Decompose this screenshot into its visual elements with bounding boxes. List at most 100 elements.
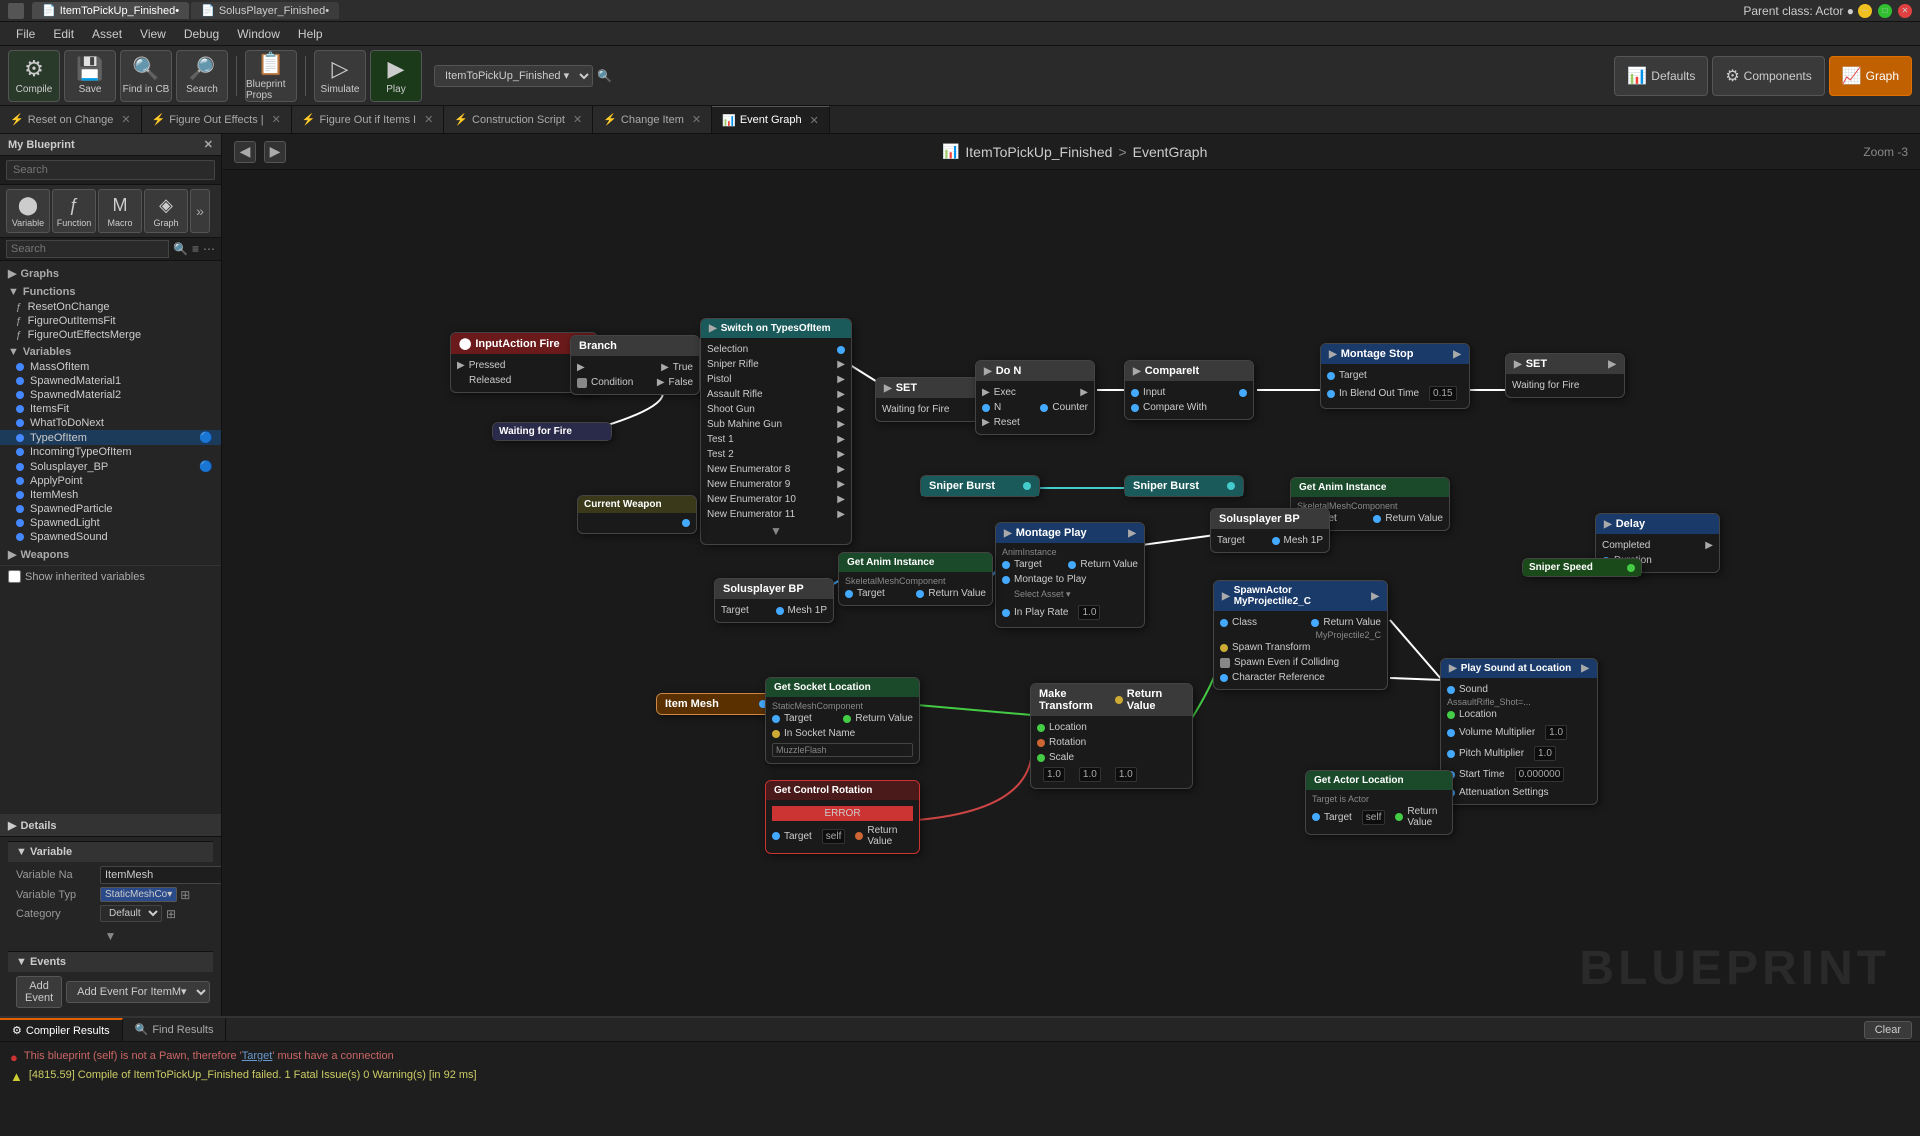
node-don[interactable]: ▶ Do N ▶Exec▶ NCounter ▶Reset <box>975 360 1095 435</box>
show-inherited[interactable]: Show inherited variables <box>0 565 221 587</box>
func-item-figuremerge[interactable]: ƒ FigureOutEffectsMerge <box>0 328 221 342</box>
node-maketransform[interactable]: Make Transform Return Value Location Rot… <box>1030 683 1193 789</box>
clear-button[interactable]: Clear <box>1864 1021 1912 1039</box>
minimize-button[interactable]: ─ <box>1858 4 1872 18</box>
tab-itempickup[interactable]: 📄 ItemToPickUp_Finished• <box>32 2 189 19</box>
tab-change-item[interactable]: ⚡ Change Item ✕ <box>593 106 712 133</box>
node-itemmesh[interactable]: Item Mesh <box>656 693 776 715</box>
maximize-button[interactable]: □ <box>1878 4 1892 18</box>
var-whattodo[interactable]: WhatToDoNext <box>0 416 221 430</box>
macro-tool[interactable]: M Macro <box>98 189 142 233</box>
var-applypoint[interactable]: ApplyPoint <box>0 474 221 488</box>
node-playsound[interactable]: ▶ Play Sound at Location ▶ Sound Assault… <box>1440 658 1598 805</box>
components-button[interactable]: ⚙ Components <box>1712 56 1824 96</box>
menu-debug[interactable]: Debug <box>176 25 227 43</box>
show-inherited-check[interactable] <box>8 570 21 583</box>
node-getactorloc[interactable]: Get Actor Location Target is Actor Targe… <box>1305 770 1453 835</box>
var-mat2[interactable]: SpawnedMaterial2 <box>0 388 221 402</box>
close-tab-fi[interactable]: ✕ <box>424 113 433 126</box>
var-light[interactable]: SpawnedLight <box>0 516 221 530</box>
menu-help[interactable]: Help <box>290 25 331 43</box>
var-mat1[interactable]: SpawnedMaterial1 <box>0 374 221 388</box>
node-sniperspeed[interactable]: Sniper Speed <box>1522 558 1642 577</box>
var-sound[interactable]: SpawnedSound <box>0 530 221 544</box>
details-header[interactable]: ▶ Details <box>0 815 221 837</box>
tab-figure-effects[interactable]: ⚡ Figure Out Effects | ✕ <box>142 106 292 133</box>
find-cb-button[interactable]: 🔍 Find in CB <box>120 50 172 102</box>
bp-props-button[interactable]: 📋 Blueprint Props <box>245 50 297 102</box>
node-currentweapon[interactable]: Current Weapon <box>577 495 697 534</box>
close-button[interactable]: ✕ <box>1898 4 1912 18</box>
simulate-button[interactable]: ▷ Simulate <box>314 50 366 102</box>
add-event-dropdown[interactable]: Add Event For ItemM▾ <box>66 981 210 1003</box>
category-options-icon[interactable]: ⊞ <box>166 907 176 921</box>
weapons-header[interactable]: ▶ Weapons <box>0 546 221 563</box>
nav-back[interactable]: ◀ <box>234 141 256 163</box>
target-link[interactable]: Target <box>242 1050 273 1062</box>
vartype-grid-icon[interactable]: ⊞ <box>180 888 190 902</box>
debug-search-icon[interactable]: 🔍 <box>597 69 612 83</box>
detail-expand-arrow[interactable]: ▼ <box>16 925 205 947</box>
nav-forward[interactable]: ▶ <box>264 141 286 163</box>
switch-expand[interactable]: ▼ <box>701 522 851 540</box>
functions-header[interactable]: ▼ Functions <box>0 284 221 300</box>
menu-file[interactable]: File <box>8 25 43 43</box>
graph-canvas[interactable]: ◀ ▶ 📊 ItemToPickUp_Finished > EventGraph… <box>222 134 1920 1016</box>
close-tab-eg[interactable]: ✕ <box>810 114 819 127</box>
node-montagestop[interactable]: ▶ Montage Stop ▶ Target In Blend Out Tim… <box>1320 343 1470 409</box>
category-select[interactable]: Default <box>100 905 162 922</box>
mybp-search2-input[interactable] <box>6 240 169 258</box>
mybp-search-input[interactable] <box>6 160 215 180</box>
node-getsocket[interactable]: Get Socket Location StaticMeshComponent … <box>765 677 920 764</box>
func-item-figureout[interactable]: ƒ FigureOutItemsFit <box>0 314 221 328</box>
bp-expand-btn[interactable]: » <box>190 189 210 233</box>
node-sniperburst1[interactable]: Sniper Burst <box>920 475 1040 497</box>
close-tab-fe[interactable]: ✕ <box>272 113 281 126</box>
graph-content[interactable]: ⬤ InputAction Fire ▶ Pressed ▶ Released … <box>222 170 1920 1016</box>
node-solusplayer1[interactable]: Solusplayer BP TargetMesh 1P <box>1210 508 1330 553</box>
close-tab-cs[interactable]: ✕ <box>573 113 582 126</box>
node-montageplay[interactable]: ▶ Montage Play ▶ AnimInstance TargetRetu… <box>995 522 1145 628</box>
node-getcontrolrot[interactable]: Get Control Rotation ERROR TargetselfRet… <box>765 780 920 854</box>
close-tab-roc[interactable]: ✕ <box>121 113 130 126</box>
node-sniperburst2[interactable]: Sniper Burst <box>1124 475 1244 497</box>
menu-view[interactable]: View <box>132 25 174 43</box>
var-mass[interactable]: MassOfItem <box>0 360 221 374</box>
debug-filter-select[interactable]: ItemToPickUp_Finished ▾ <box>434 65 593 87</box>
function-tool[interactable]: ƒ Function <box>52 189 96 233</box>
menu-asset[interactable]: Asset <box>84 25 130 43</box>
mybp-collapse[interactable]: ✕ <box>204 138 213 151</box>
graph-tool[interactable]: ◈ Graph <box>144 189 188 233</box>
close-tab-ci[interactable]: ✕ <box>692 113 701 126</box>
variable-tool[interactable]: ⬤ Variable <box>6 189 50 233</box>
node-spawnactor[interactable]: ▶ SpawnActor MyProjectile2_C ▶ ClassRetu… <box>1213 580 1388 690</box>
save-button[interactable]: 💾 Save <box>64 50 116 102</box>
tab-reset-on-change[interactable]: ⚡ Reset on Change ✕ <box>0 106 142 133</box>
tab-solusplayer[interactable]: 📄 SolusPlayer_Finished• <box>191 2 339 19</box>
tab-event-graph[interactable]: 📊 Event Graph ✕ <box>712 106 830 133</box>
defaults-button[interactable]: 📊 Defaults <box>1614 56 1708 96</box>
search-button[interactable]: 🔎 Search <box>176 50 228 102</box>
play-button[interactable]: ▶ Play <box>370 50 422 102</box>
events-section-header[interactable]: ▼ Events <box>8 951 213 972</box>
node-set1[interactable]: ▶ SET ▶ Waiting for Fire <box>1505 353 1625 398</box>
graph-button[interactable]: 📈 Graph <box>1829 56 1912 96</box>
var-itemsfit[interactable]: ItemsFit <box>0 402 221 416</box>
options-icon[interactable]: ⋯ <box>203 242 215 256</box>
variables-header[interactable]: ▼ Variables <box>0 344 221 360</box>
func-item-reset[interactable]: ƒ ResetOnChange <box>0 300 221 314</box>
compile-button[interactable]: ⚙ Compile <box>8 50 60 102</box>
var-itemmesh[interactable]: ItemMesh <box>0 488 221 502</box>
node-waiting[interactable]: Waiting for Fire <box>492 422 612 441</box>
node-solusplayer2[interactable]: Solusplayer BP TargetMesh 1P <box>714 578 834 623</box>
node-switch[interactable]: ▶ Switch on TypesOfItem Selection Sniper… <box>700 318 852 545</box>
node-compareit[interactable]: ▶ CompareIt Input Compare With <box>1124 360 1254 420</box>
vartype-value[interactable]: StaticMeshCo▾ <box>100 887 177 902</box>
graphs-header[interactable]: ▶ Graphs <box>0 265 221 282</box>
varname-input[interactable] <box>100 866 222 884</box>
tab-figure-items[interactable]: ⚡ Figure Out if Items I ✕ <box>292 106 445 133</box>
add-event-button[interactable]: Add Event <box>16 976 62 1008</box>
var-solusplayer[interactable]: Solusplayer_BP🔵 <box>0 459 221 474</box>
menu-window[interactable]: Window <box>229 25 288 43</box>
tab-construction[interactable]: ⚡ Construction Script ✕ <box>444 106 593 133</box>
